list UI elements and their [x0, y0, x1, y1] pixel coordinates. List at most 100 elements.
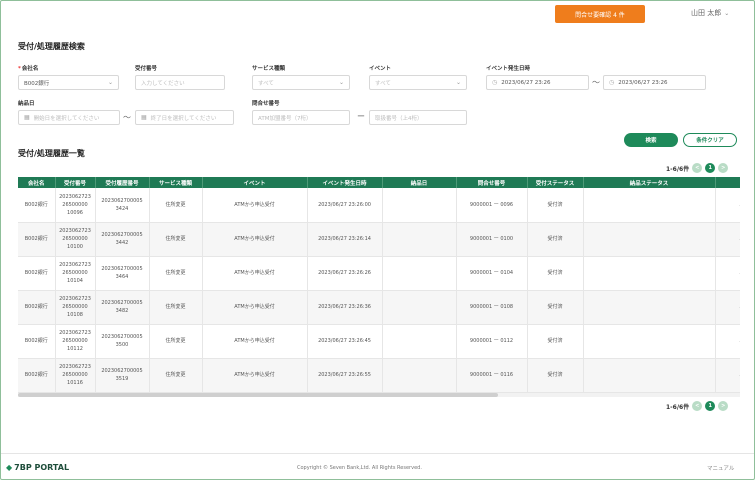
table-cell — [583, 358, 716, 393]
footer-divider — [1, 453, 754, 454]
table-cell: 2023/06/27 23:26:26 — [307, 256, 383, 291]
next-page-button[interactable]: > — [718, 401, 729, 411]
dash-separator: ー — [357, 112, 365, 121]
table-cell: 住所変更 — [149, 358, 203, 393]
table-cell: 2023062700005 3519 — [95, 358, 150, 393]
event-select[interactable]: すべて ⌄ — [369, 75, 467, 90]
table-cell: 2023/06/27 23:26:45 — [307, 324, 383, 359]
table-cell: 2023/06/27 23:26:55 — [307, 358, 383, 393]
table-cell: 9000001 ー 0116 — [456, 358, 528, 393]
page-1-button[interactable]: 1 — [705, 163, 716, 173]
table-cell: 9000001 ー 0104 — [456, 256, 528, 291]
manual-link[interactable]: マニュアル — [707, 464, 734, 472]
portal-logo[interactable]: ◆ 7BP PORTAL — [6, 463, 69, 472]
logo-text: 7BP PORTAL — [14, 463, 70, 472]
table-cell: B002銀行 — [18, 188, 56, 223]
event-value: すべて — [375, 80, 391, 87]
table-body: B002銀行 2023062723 26500000 10096 202306270… — [18, 188, 740, 393]
logo-mark-icon: ◆ — [6, 463, 13, 472]
user-name: 山田 太郎 — [691, 9, 722, 17]
delivery-date-to[interactable]: ▦ 終了日を選択してください — [135, 110, 234, 125]
next-page-button[interactable]: > — [718, 163, 729, 173]
service-type-select[interactable]: すべて ⌄ — [252, 75, 350, 90]
table-cell: メニュ — [715, 358, 740, 393]
table-row[interactable]: B002銀行 2023062723 26500000 10116 202306270… — [18, 358, 740, 393]
result-count: 1-6/6件 — [666, 403, 690, 411]
clock-icon: ◷ — [492, 79, 498, 86]
service-type-label: サービス種類 — [252, 66, 286, 72]
clear-conditions-button[interactable]: 条件クリア — [683, 133, 737, 147]
inquiry-no-to-input[interactable]: 取扱番号（上4桁） — [369, 110, 467, 125]
search-button[interactable]: 検索 — [624, 133, 678, 147]
event-datetime-to[interactable]: ◷ 2023/06/27 23:26 — [603, 75, 706, 90]
column-header: サービス種類 — [149, 177, 203, 188]
receipt-no-input[interactable]: 入力してください — [135, 75, 225, 90]
table-cell: 2023062723 26500000 10100 — [55, 222, 96, 257]
table-cell — [382, 222, 457, 257]
chevron-down-icon: ⌄ — [455, 79, 461, 86]
table-cell: 2023062723 26500000 10108 — [55, 290, 96, 325]
table-row[interactable]: B002銀行 2023062723 26500000 10112 202306270… — [18, 324, 740, 359]
user-menu[interactable]: 山田 太郎 ⌄ — [691, 8, 729, 18]
range-separator: 〜 — [123, 113, 131, 122]
column-header: 受付履歴番号 — [95, 177, 150, 188]
app-window: 問合せ要確認 4 件 山田 太郎 ⌄ 受付/処理履歴検索 *会社名 受付番号 サ… — [0, 0, 755, 480]
scrollbar-thumb[interactable] — [18, 393, 498, 397]
company-value: B002銀行 — [24, 80, 50, 87]
table-row[interactable]: B002銀行 2023062723 26500000 10100 202306270… — [18, 222, 740, 257]
inquiry-alert-button[interactable]: 問合せ要確認 4 件 — [555, 5, 645, 23]
company-label: *会社名 — [18, 66, 39, 72]
table-cell: ATMから申込受付 — [202, 222, 308, 257]
event-datetime-from[interactable]: ◷ 2023/06/27 23:26 — [486, 75, 589, 90]
table-row[interactable]: B002銀行 2023062723 26500000 10108 202306270… — [18, 290, 740, 325]
table-cell: 受付済 — [527, 358, 584, 393]
table-cell: 住所変更 — [149, 256, 203, 291]
table-cell: 9000001 ー 0100 — [456, 222, 528, 257]
table-cell: 2023062700005 3424 — [95, 188, 150, 223]
table-cell: メニュ — [715, 222, 740, 257]
table-row[interactable]: B002銀行 2023062723 26500000 10096 202306270… — [18, 188, 740, 223]
table-cell: 住所変更 — [149, 290, 203, 325]
prev-page-button[interactable]: < — [692, 163, 703, 173]
delivery-date-from[interactable]: ▦ 開始日を選択してください — [18, 110, 120, 125]
column-header: 受付ステータス — [527, 177, 584, 188]
table-cell: 受付済 — [527, 188, 584, 223]
chevron-down-icon: ⌄ — [107, 79, 113, 86]
horizontal-scrollbar[interactable] — [18, 393, 740, 397]
table-cell: ATMから申込受付 — [202, 188, 308, 223]
top-bar: 問合せ要確認 4 件 山田 太郎 ⌄ — [1, 1, 754, 29]
chevron-down-icon: ⌄ — [338, 79, 344, 86]
delivery-from-placeholder: 開始日を選択してください — [33, 115, 100, 122]
table-cell — [382, 188, 457, 223]
inquiry-no-from-input[interactable]: ATM加盟番号（7桁） — [252, 110, 350, 125]
table-cell: 受付済 — [527, 256, 584, 291]
table-cell: 9000001 ー 0108 — [456, 290, 528, 325]
table-cell — [382, 324, 457, 359]
table-cell: 2023062700005 3464 — [95, 256, 150, 291]
table-cell: 受付済 — [527, 324, 584, 359]
table-cell: 2023/06/27 23:26:00 — [307, 188, 383, 223]
table-cell — [583, 290, 716, 325]
page-1-button[interactable]: 1 — [705, 401, 716, 411]
receipt-no-label: 受付番号 — [135, 66, 158, 72]
prev-page-button[interactable]: < — [692, 401, 703, 411]
table-cell: B002銀行 — [18, 222, 56, 257]
table-header-row: 会社名 受付番号 受付履歴番号 サービス種類 イベント イベント発生日時 納品日 問合せ番号受… — [18, 177, 740, 188]
table-cell: 9000001 ー 0096 — [456, 188, 528, 223]
table-cell: 9000001 ー 0112 — [456, 324, 528, 359]
table-cell: 住所変更 — [149, 222, 203, 257]
event-datetime-label: イベント発生日時 — [486, 66, 531, 72]
receipt-no-placeholder: 入力してください — [141, 80, 185, 87]
delivery-to-placeholder: 終了日を選択してください — [150, 115, 217, 122]
results-table-container[interactable]: 会社名 受付番号 受付履歴番号 サービス種類 イベント イベント発生日時 納品日 問合せ番号受… — [18, 177, 740, 393]
company-select[interactable]: B002銀行 ⌄ — [18, 75, 119, 90]
table-cell: B002銀行 — [18, 256, 56, 291]
table-cell: 2023/06/27 23:26:36 — [307, 290, 383, 325]
table-cell: ATMから申込受付 — [202, 290, 308, 325]
copyright-text: Copyright © Seven Bank,Ltd. All Rights R… — [297, 465, 422, 471]
table-cell: ATMから申込受付 — [202, 256, 308, 291]
table-row[interactable]: B002銀行 2023062723 26500000 10104 202306270… — [18, 256, 740, 291]
inquiry-from-placeholder: ATM加盟番号（7桁） — [258, 115, 312, 122]
table-cell: B002銀行 — [18, 324, 56, 359]
table-cell: 2023062700005 3500 — [95, 324, 150, 359]
